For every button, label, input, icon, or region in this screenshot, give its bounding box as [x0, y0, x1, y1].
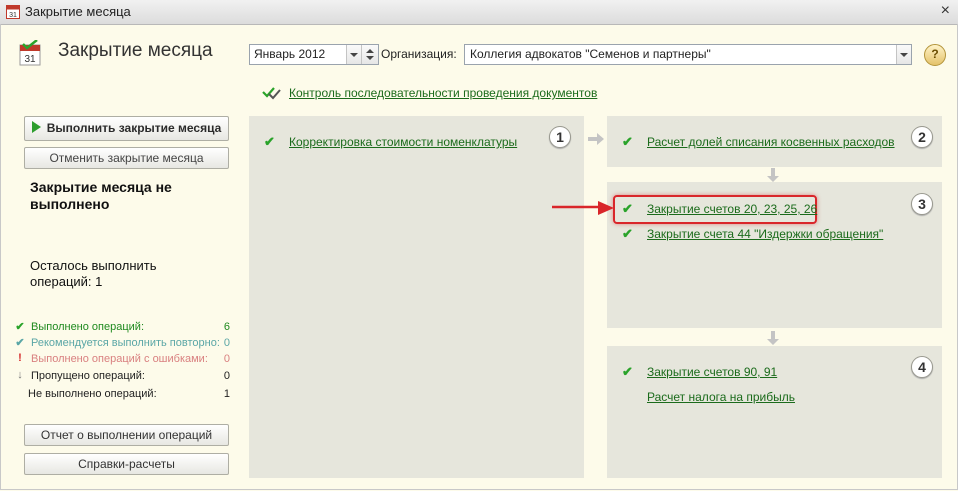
- stat-label: Не выполнено операций:: [28, 388, 157, 400]
- stat-value: 0: [223, 337, 230, 349]
- stat-label: Выполнено операций:: [31, 321, 145, 333]
- check-icon: ✔: [622, 226, 633, 241]
- step-1-number: 1: [549, 126, 571, 148]
- step-3-number: 3: [911, 193, 933, 215]
- check-icon: ✔: [622, 134, 633, 149]
- title-bar: 31 Закрытие месяца ×: [0, 0, 958, 25]
- remaining-operations: Осталось выполнить операций: 1: [30, 258, 157, 289]
- stat-recommended-repeat: ✔ Рекомендуется выполнить повторно: 0: [14, 336, 234, 352]
- cancel-month-close-button[interactable]: Отменить закрытие месяца: [24, 147, 229, 169]
- check-icon: ✔: [622, 201, 633, 216]
- chevron-down-icon: [350, 53, 358, 57]
- chevron-down-icon: [900, 53, 908, 57]
- close-icon[interactable]: ×: [941, 2, 950, 20]
- operations-report-button[interactable]: Отчет о выполнении операций: [24, 424, 229, 446]
- step-4-item[interactable]: Расчет налога на прибыль: [647, 390, 795, 404]
- skip-icon: ↓: [17, 369, 23, 381]
- stat-label: Выполнено операций с ошибками:: [31, 353, 208, 365]
- check-icon: ✔: [15, 337, 25, 349]
- stat-with-errors: ! Выполнено операций с ошибками: 0: [14, 352, 234, 368]
- stat-value: 0: [223, 353, 230, 365]
- run-month-close-label: Выполнить закрытие месяца: [46, 121, 222, 135]
- organization-label: Организация:: [381, 47, 457, 61]
- calendar-check-icon: 31: [19, 40, 41, 66]
- stat-label: Рекомендуется выполнить повторно:: [31, 337, 220, 349]
- check-icon: ✔: [264, 134, 275, 149]
- step-3-item[interactable]: Закрытие счетов 20, 23, 25, 26: [647, 202, 817, 216]
- window-title: Закрытие месяца: [25, 4, 131, 19]
- spinner-arrows-icon: [366, 49, 374, 60]
- stat-value: 1: [223, 388, 230, 400]
- period-spinner[interactable]: [361, 45, 378, 64]
- organization-dropdown-button[interactable]: [896, 45, 911, 64]
- svg-text:31: 31: [24, 54, 36, 65]
- status-title: Закрытие месяца не выполнено: [30, 179, 172, 212]
- svg-text:31: 31: [9, 12, 17, 19]
- step-3-item[interactable]: Закрытие счета 44 "Издержки обращения": [647, 227, 883, 241]
- document-sequence-control-link[interactable]: Контроль последовательности проведения д…: [289, 86, 597, 100]
- period-value: Январь 2012: [254, 47, 326, 61]
- error-icon: !: [18, 352, 22, 364]
- period-select[interactable]: Январь 2012: [249, 44, 379, 65]
- arrow-down-icon: [767, 168, 779, 182]
- pointer-arrow-icon: [552, 201, 614, 215]
- stat-skipped: ↓ Пропущено операций: 0: [14, 369, 234, 385]
- calculations-button[interactable]: Справки-расчеты: [24, 453, 229, 475]
- organization-value: Коллегия адвокатов "Семенов и партнеры": [470, 47, 711, 61]
- organization-select[interactable]: Коллегия адвокатов "Семенов и партнеры": [464, 44, 912, 65]
- run-month-close-button[interactable]: Выполнить закрытие месяца: [24, 116, 229, 141]
- arrow-right-icon: [588, 133, 604, 145]
- stat-label: Пропущено операций:: [31, 370, 145, 382]
- check-icon: ✔: [15, 321, 25, 333]
- arrow-down-icon: [767, 331, 779, 345]
- calendar-icon: 31: [6, 5, 20, 19]
- stat-completed: ✔ Выполнено операций: 6: [14, 320, 234, 336]
- page-title: Закрытие месяца: [58, 40, 213, 61]
- step-1-panel: [249, 116, 584, 478]
- play-icon: [31, 121, 41, 133]
- stat-value: 6: [223, 321, 230, 333]
- step-4-number: 4: [911, 356, 933, 378]
- period-dropdown-button[interactable]: [346, 45, 361, 64]
- check-icon: ✔: [622, 364, 633, 379]
- help-button[interactable]: ?: [924, 44, 946, 66]
- stat-not-completed: Не выполнено операций: 1: [14, 387, 234, 403]
- step-4-item[interactable]: Закрытие счетов 90, 91: [647, 365, 777, 379]
- check-sequence-icon: [262, 87, 281, 100]
- step-1-item[interactable]: Корректировка стоимости номенклатуры: [289, 135, 517, 149]
- step-2-number: 2: [911, 126, 933, 148]
- step-2-item[interactable]: Расчет долей списания косвенных расходов: [647, 135, 895, 149]
- stat-value: 0: [223, 370, 230, 382]
